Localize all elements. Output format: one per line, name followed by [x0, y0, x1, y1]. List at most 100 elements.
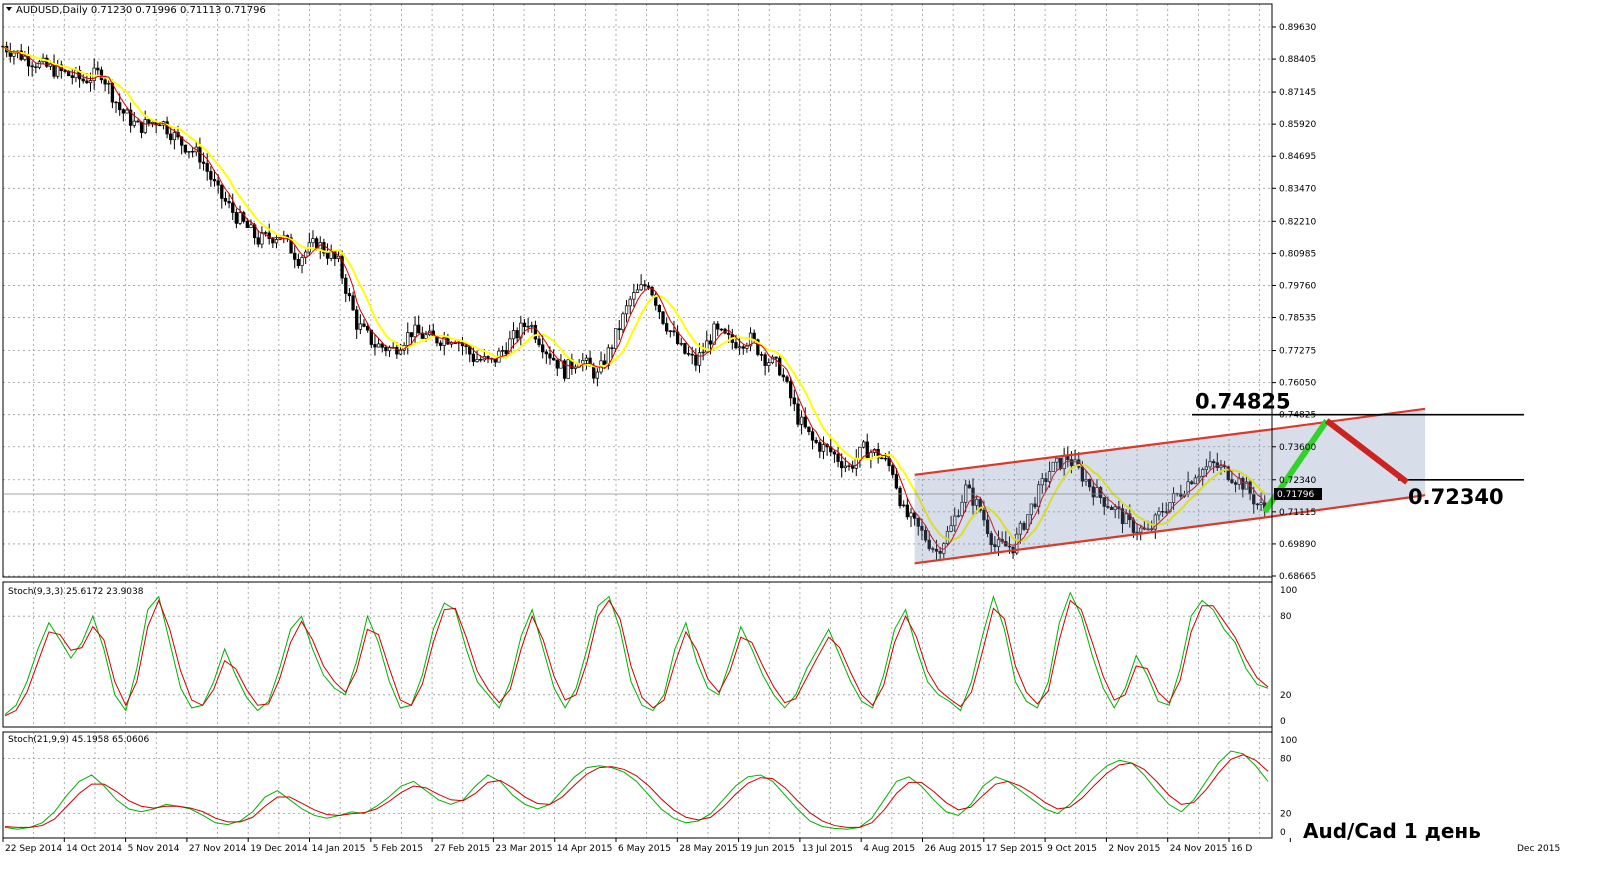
price-tick-label: 0.73600: [1279, 443, 1316, 453]
time-tick-label: 4 Aug 2015: [863, 844, 915, 854]
candle-body: [679, 343, 683, 345]
candle-body: [362, 323, 366, 327]
candle-body: [249, 224, 253, 229]
candle-body: [898, 487, 902, 507]
candle-body: [665, 323, 669, 332]
chart-root: AUDUSD,Daily 0.71230 0.71996 0.71113 0.7…: [0, 0, 1600, 879]
candle-body: [190, 150, 195, 153]
current-price-label: 0.71796: [1277, 490, 1314, 500]
time-tick-label: 14 Jan 2015: [312, 844, 366, 854]
candle-body: [30, 65, 34, 68]
candle-body: [727, 332, 731, 335]
candle-body: [847, 465, 851, 467]
candle-body: [697, 352, 702, 366]
time-tick-label: 14 Oct 2014: [66, 844, 122, 854]
time-tick-label: 5 Nov 2014: [128, 844, 180, 854]
candle-body: [147, 119, 151, 124]
candle-body: [734, 342, 738, 349]
candle-body: [23, 55, 27, 60]
candle-body: [621, 313, 625, 331]
candle-body: [551, 357, 556, 361]
candle-body: [617, 328, 621, 331]
candle-body: [774, 356, 778, 359]
candle-body: [686, 353, 691, 355]
candle-body: [99, 69, 104, 81]
candle-body: [172, 132, 177, 141]
time-tick-label: 13 Jul 2015: [802, 844, 853, 854]
candle-body: [803, 416, 807, 428]
candle-body: [387, 347, 392, 352]
candle-body: [533, 325, 538, 340]
candle-body: [902, 504, 906, 507]
candle-body: [515, 330, 519, 339]
level-label-lower: 0.72340: [1408, 485, 1504, 509]
candle-body: [260, 232, 264, 245]
candle-body: [114, 101, 118, 104]
candle-body: [366, 326, 370, 331]
stoch1-title: Stoch(9,3,3) 25.6172 23.9038: [8, 587, 144, 597]
candle-body: [821, 444, 826, 452]
candle-body: [85, 80, 89, 84]
level-label-upper: 0.74825: [1195, 390, 1291, 414]
candle-body: [792, 397, 796, 405]
candle-body: [150, 121, 155, 124]
price-tick-label: 0.88405: [1279, 55, 1316, 65]
candle-body: [296, 259, 301, 266]
chart-canvas: AUDUSD,Daily 0.71230 0.71996 0.71113 0.7…: [0, 0, 1600, 879]
candle-body: [347, 293, 352, 297]
candle-body: [245, 221, 249, 229]
time-tick-label: 14 Apr 2015: [557, 844, 613, 854]
candle-body: [238, 212, 242, 224]
candle-body: [592, 365, 596, 379]
candle-body: [858, 446, 862, 460]
candle-body: [70, 75, 74, 78]
candle-body: [103, 79, 107, 85]
candle-body: [223, 198, 228, 202]
candle-body: [737, 346, 742, 349]
candle-body: [778, 357, 782, 376]
candle-body: [843, 465, 848, 469]
candle-body: [894, 474, 899, 489]
candle-body: [475, 359, 479, 362]
time-tick-label: 28 May 2015: [679, 844, 738, 854]
time-tick-label: 16 D: [1231, 844, 1252, 854]
time-tick-label: 24 Nov 2015: [1170, 844, 1228, 854]
candle-body: [300, 257, 304, 266]
price-tick-label: 0.83470: [1279, 184, 1316, 194]
candle-body: [34, 66, 38, 68]
candle-body: [799, 416, 804, 425]
candle-body: [785, 376, 789, 382]
candle-body: [767, 362, 771, 366]
candle-body: [500, 350, 505, 352]
candle-body: [183, 144, 187, 153]
candle-body: [832, 451, 837, 455]
indicator-tick-label: 0: [1280, 717, 1286, 727]
candle-body: [325, 252, 330, 259]
candle-body: [763, 354, 767, 366]
candle-body: [212, 179, 217, 182]
candle-body: [759, 354, 764, 356]
indicator-tick-label: 80: [1280, 612, 1292, 622]
candle-body: [548, 353, 552, 359]
candle-body: [358, 323, 363, 330]
price-tick-label: 0.79760: [1279, 281, 1316, 291]
candle-body: [329, 251, 333, 259]
price-tick-label: 0.76050: [1279, 379, 1316, 389]
candle-body: [409, 332, 414, 338]
time-tick-label: 22 Sep 2014: [5, 844, 62, 854]
indicator-tick-label: 80: [1280, 754, 1292, 764]
candle-body: [796, 403, 800, 425]
time-tick-label: 19 Jun 2015: [741, 844, 795, 854]
price-tick-label: 0.89630: [1279, 23, 1316, 33]
candle-body: [672, 330, 676, 333]
candle-body: [646, 285, 651, 288]
time-tick-label: 23 Mar 2015: [495, 844, 552, 854]
symbol-title: AUDUSD,Daily 0.71230 0.71996 0.71113 0.7…: [16, 5, 266, 16]
price-tick-label: 0.71115: [1279, 508, 1316, 518]
candle-body: [883, 457, 888, 460]
candle-body: [639, 284, 643, 291]
candle-body: [220, 184, 224, 199]
candle-body: [891, 465, 895, 475]
time-tick-label: 17 Sep 2015: [986, 844, 1043, 854]
candle-body: [668, 330, 672, 333]
